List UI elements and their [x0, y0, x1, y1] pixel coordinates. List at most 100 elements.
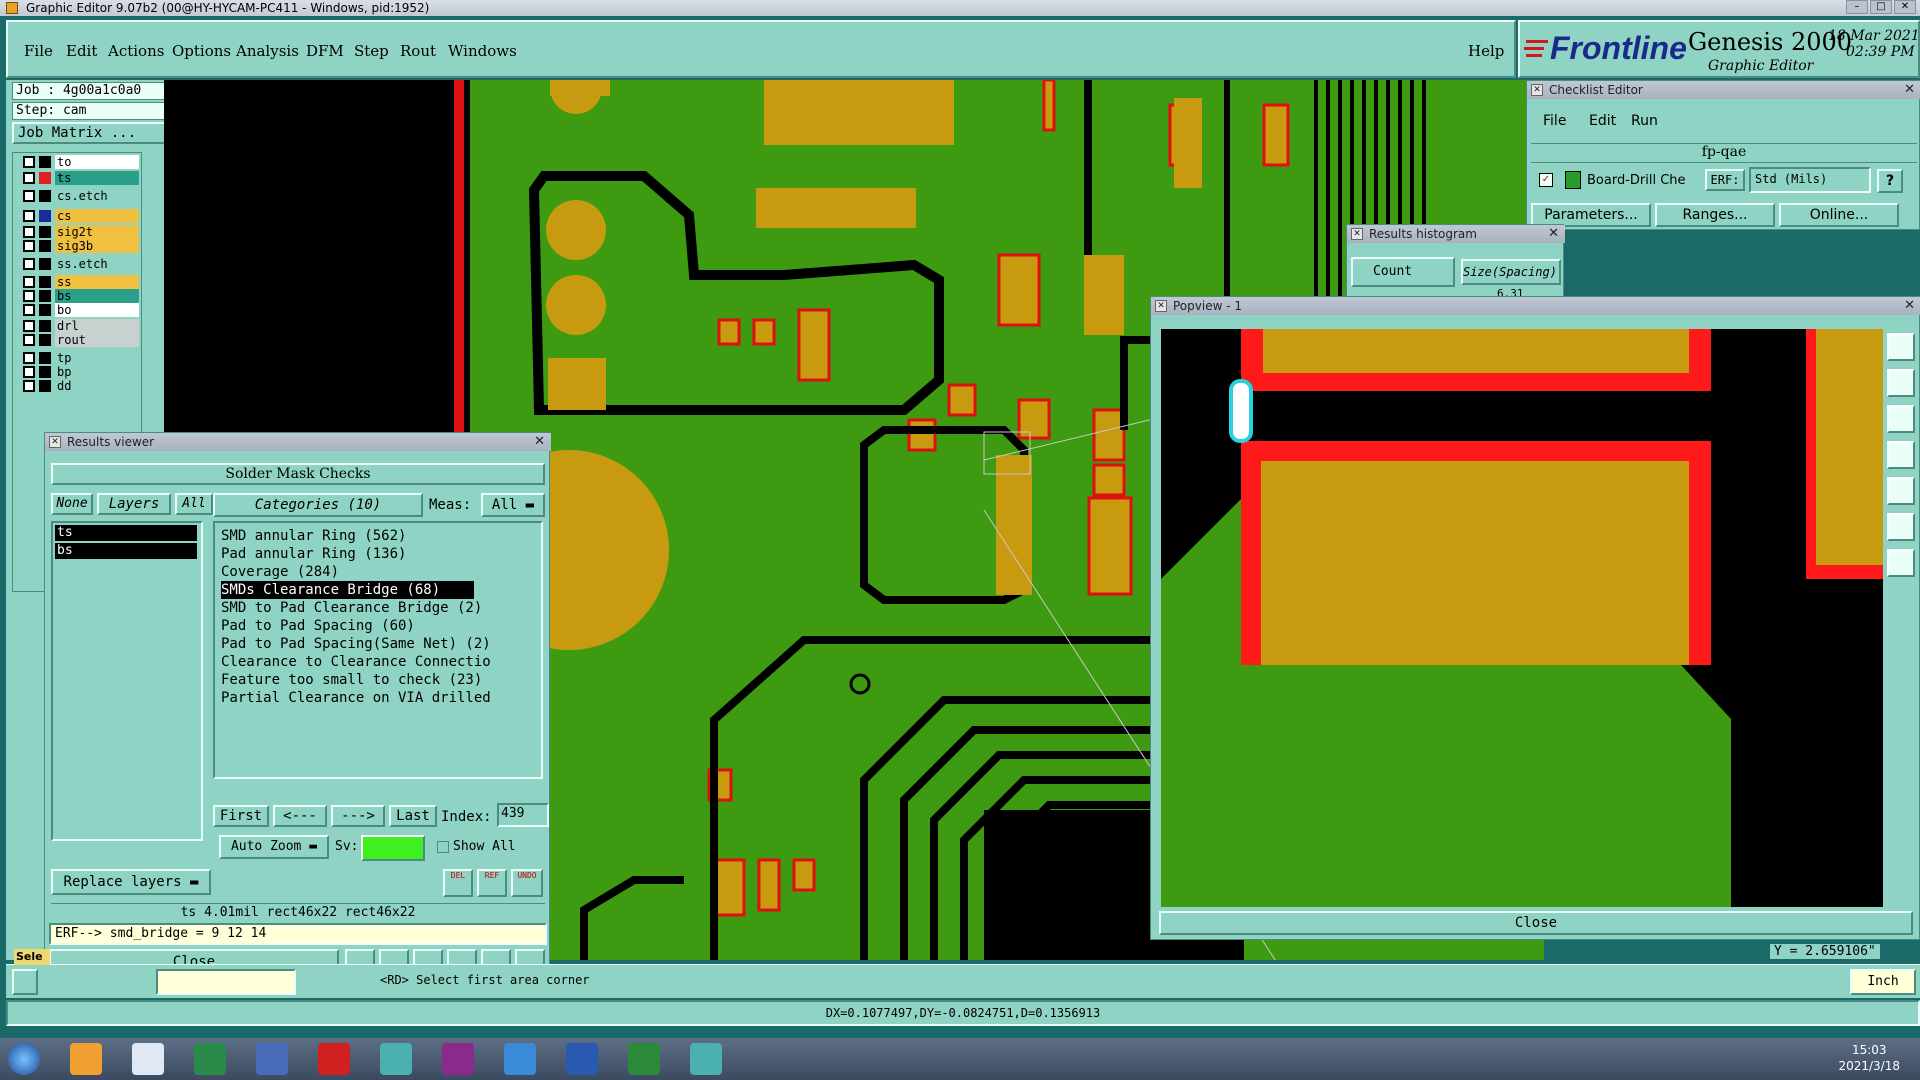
layer-color-swatch[interactable]: [39, 290, 51, 302]
layer-name[interactable]: to: [55, 155, 139, 169]
excel-icon[interactable]: [628, 1043, 660, 1075]
category-item[interactable]: Clearance to Clearance Connectio: [221, 653, 491, 671]
popview-canvas[interactable]: [1161, 329, 1883, 907]
layer-checkbox[interactable]: [23, 380, 35, 392]
zoom-in-icon[interactable]: [1887, 333, 1915, 361]
close-button[interactable]: ✕: [1894, 0, 1916, 14]
select-tool-icon[interactable]: [12, 969, 38, 995]
menu-help[interactable]: Help: [1468, 42, 1504, 60]
auto-zoom-select[interactable]: Auto Zoom ▬: [219, 835, 329, 859]
online-button[interactable]: Online...: [1779, 203, 1899, 227]
close-icon[interactable]: ✕: [1904, 297, 1915, 315]
maximize-button[interactable]: □: [1870, 0, 1892, 14]
close-icon[interactable]: ✕: [534, 433, 545, 451]
category-item[interactable]: SMD annular Ring (562): [221, 527, 406, 545]
word-icon[interactable]: [566, 1043, 598, 1075]
messenger-icon[interactable]: [504, 1043, 536, 1075]
layer-color-swatch[interactable]: [39, 352, 51, 364]
result-layer-item[interactable]: ts: [55, 525, 197, 541]
layer-row-sig2t[interactable]: sig2t: [17, 225, 141, 239]
layer-color-swatch[interactable]: [39, 366, 51, 378]
start-button[interactable]: [8, 1043, 40, 1075]
pan-down-icon[interactable]: [1887, 405, 1915, 433]
menu-file[interactable]: File: [24, 42, 53, 60]
notepad-icon[interactable]: [132, 1043, 164, 1075]
layer-name[interactable]: ss.etch: [55, 257, 139, 271]
category-item[interactable]: SMD to Pad Clearance Bridge (2): [221, 599, 482, 617]
job-matrix-button[interactable]: Job Matrix ...: [12, 122, 168, 144]
prev-button[interactable]: <---: [273, 805, 327, 827]
layer-checkbox[interactable]: [23, 226, 35, 238]
layer-name[interactable]: drl: [55, 319, 139, 333]
layer-name[interactable]: bp: [55, 365, 139, 379]
count-button[interactable]: Count: [1351, 257, 1455, 287]
category-item[interactable]: Coverage (284): [221, 563, 339, 581]
menu-analysis[interactable]: Analysis: [236, 42, 299, 60]
layer-name[interactable]: sig3b: [55, 239, 139, 253]
close-icon[interactable]: ✕: [1904, 81, 1915, 99]
cam-app-icon[interactable]: [194, 1043, 226, 1075]
category-item[interactable]: Pad to Pad Spacing(Same Net) (2): [221, 635, 491, 653]
menu-options[interactable]: Options: [172, 42, 231, 60]
next-button[interactable]: --->: [331, 805, 385, 827]
layer-name[interactable]: bs: [55, 289, 139, 303]
first-button[interactable]: First: [213, 805, 269, 827]
column-header[interactable]: Size(Spacing) / Min(Spacing): [1461, 259, 1561, 285]
layer-color-swatch[interactable]: [39, 334, 51, 346]
minimize-button[interactable]: –: [1846, 0, 1868, 14]
layer-name[interactable]: ts: [55, 171, 139, 185]
result-layer-item[interactable]: bs: [55, 543, 197, 559]
menu-actions[interactable]: Actions: [108, 42, 164, 60]
menu-edit[interactable]: Edit: [66, 42, 97, 60]
move-icon[interactable]: [1887, 549, 1915, 577]
layer-name[interactable]: sig2t: [55, 225, 139, 239]
layer-row-bs[interactable]: bs: [17, 289, 141, 303]
ranges-button[interactable]: Ranges...: [1655, 203, 1775, 227]
layer-row-rout[interactable]: rout: [17, 333, 141, 347]
layer-color-swatch[interactable]: [39, 210, 51, 222]
erf-button[interactable]: ERF:: [1705, 169, 1745, 191]
menu-step[interactable]: Step: [354, 42, 389, 60]
layer-row-ss-etch[interactable]: ss.etch: [17, 257, 141, 271]
check-name[interactable]: Board-Drill Che: [1587, 173, 1686, 188]
layer-color-swatch[interactable]: [39, 240, 51, 252]
layer-checkbox[interactable]: [23, 156, 35, 168]
close-icon[interactable]: ✕: [1548, 225, 1559, 243]
help-button[interactable]: ?: [1877, 169, 1903, 193]
layer-results-list[interactable]: ts bs: [51, 521, 203, 841]
command-input[interactable]: [156, 969, 296, 995]
layer-color-swatch[interactable]: [39, 320, 51, 332]
layer-color-swatch[interactable]: [39, 304, 51, 316]
check-enable-checkbox[interactable]: ✓: [1539, 173, 1553, 187]
sv-color-select[interactable]: [361, 835, 425, 861]
layer-color-swatch[interactable]: [39, 156, 51, 168]
layer-row-ts[interactable]: ts: [17, 171, 141, 185]
popview-close-button[interactable]: Close: [1159, 911, 1913, 935]
layers-button[interactable]: Layers: [97, 493, 171, 515]
layer-name[interactable]: cs.etch: [55, 189, 139, 203]
pan-right-icon[interactable]: [1887, 477, 1915, 505]
layer-row-bo[interactable]: bo: [17, 303, 141, 317]
layer-checkbox[interactable]: [23, 258, 35, 270]
layer-color-swatch[interactable]: [39, 276, 51, 288]
genesis-editor-icon[interactable]: [690, 1043, 722, 1075]
layer-checkbox[interactable]: [23, 320, 35, 332]
layer-color-swatch[interactable]: [39, 380, 51, 392]
meas-select[interactable]: All ▬: [481, 493, 545, 517]
x-app-icon[interactable]: [442, 1043, 474, 1075]
layer-row-ss[interactable]: ss: [17, 275, 141, 289]
pan-left-icon[interactable]: [1887, 441, 1915, 469]
layer-row-cs[interactable]: cs: [17, 209, 141, 223]
checklist-menu-file[interactable]: File: [1543, 113, 1566, 129]
layer-color-swatch[interactable]: [39, 258, 51, 270]
all-button[interactable]: All: [175, 493, 213, 515]
last-button[interactable]: Last: [389, 805, 437, 827]
checklist-menu-edit[interactable]: Edit: [1589, 113, 1616, 129]
category-item[interactable]: Pad annular Ring (136): [221, 545, 406, 563]
menu-windows[interactable]: Windows: [448, 42, 517, 60]
layer-name[interactable]: rout: [55, 333, 139, 347]
layer-color-swatch[interactable]: [39, 226, 51, 238]
layer-row-cs-etch[interactable]: cs.etch: [17, 189, 141, 203]
zoom-fit-icon[interactable]: [1887, 513, 1915, 541]
category-item[interactable]: Pad to Pad Spacing (60): [221, 617, 415, 635]
